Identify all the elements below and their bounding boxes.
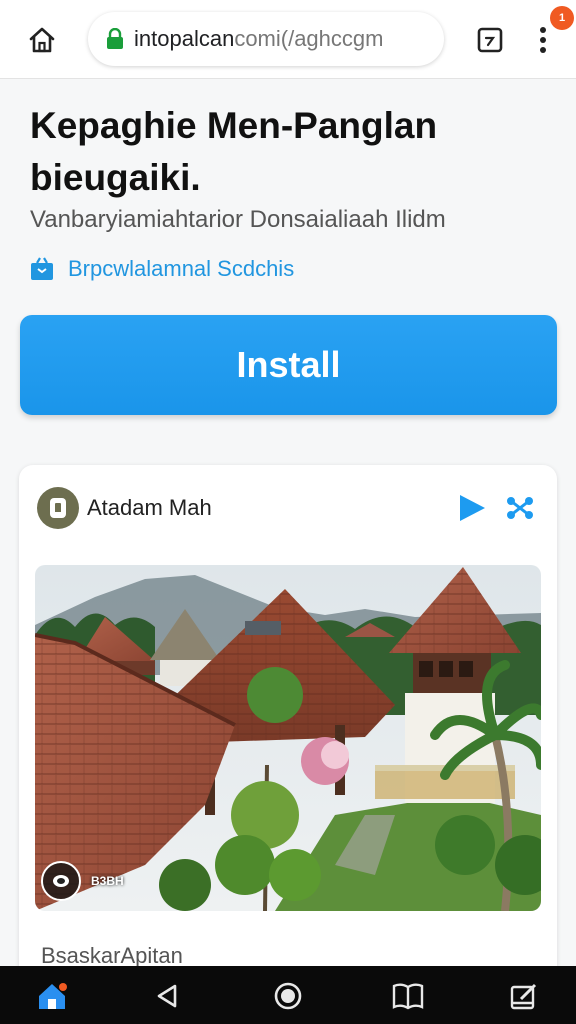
bottom-navigation-bar — [0, 966, 576, 1024]
lock-icon — [107, 28, 123, 49]
home-icon — [39, 983, 67, 1009]
notification-badge: 1 — [550, 6, 574, 30]
share-icon — [507, 497, 533, 519]
shopping-bag-icon — [31, 257, 53, 280]
more-vert-icon — [540, 27, 546, 53]
camera-icon — [41, 861, 81, 901]
install-button[interactable]: Install — [20, 315, 557, 415]
book-icon — [392, 983, 424, 1010]
overlay-label: B3BH — [91, 874, 124, 888]
post-card: Atadam Mah B3BH BsaskarApitan — [19, 465, 557, 995]
avatar[interactable] — [37, 487, 79, 529]
back-icon — [157, 984, 177, 1008]
browser-toolbar: intopalcancomi(/aghccgm 1 — [0, 0, 576, 79]
edit-icon — [510, 983, 537, 1010]
post-image[interactable]: B3BH — [35, 565, 541, 911]
tab-switcher-icon — [477, 27, 503, 53]
address-bar[interactable]: intopalcancomi(/aghccgm — [88, 12, 444, 66]
url-text: intopalcancomi(/aghccgm — [134, 26, 383, 52]
tab-switcher-button[interactable] — [470, 20, 510, 60]
play-button[interactable] — [457, 493, 487, 523]
lock-badge-icon — [50, 498, 66, 518]
url-host: intopalcan — [134, 26, 235, 51]
home-circle-icon — [274, 982, 302, 1010]
url-path: comi(/aghccgm — [234, 26, 384, 51]
home-icon — [29, 27, 55, 53]
page-title: Kepaghie Men-Panglan bieugaiki. — [30, 105, 438, 198]
nav-books-button[interactable] — [388, 976, 428, 1016]
village-roofs-photo — [35, 565, 541, 911]
nav-home-circle-button[interactable] — [268, 976, 308, 1016]
nav-back-button[interactable] — [148, 976, 188, 1016]
home-button[interactable] — [22, 20, 62, 60]
nav-home-button[interactable] — [32, 976, 72, 1016]
play-icon — [460, 495, 485, 521]
category-link[interactable]: Brpcwlalamnal Scdchis — [30, 256, 294, 282]
nav-edit-button[interactable] — [504, 976, 544, 1016]
share-button[interactable] — [505, 493, 535, 523]
category-label: Brpcwlalamnal Scdchis — [68, 256, 295, 281]
page-subtitle: Vanbaryiamiahtarior Donsaialiaah Ilidm — [30, 206, 446, 233]
card-username[interactable]: Atadam Mah — [87, 495, 212, 521]
video-overlay[interactable]: B3BH — [41, 861, 124, 901]
